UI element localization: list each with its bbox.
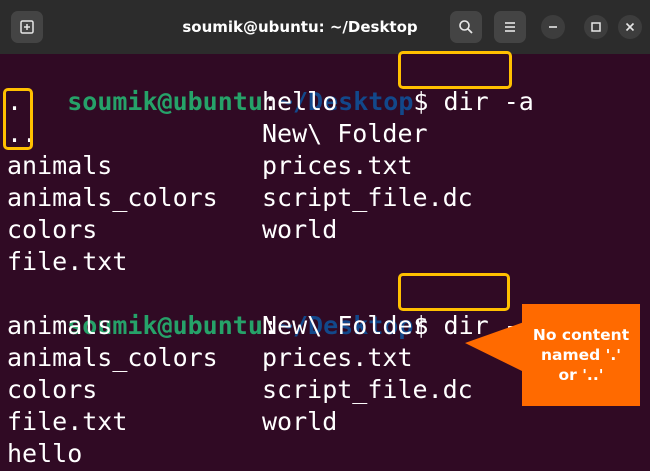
close-icon — [625, 22, 635, 32]
title-bar: soumik@ubuntu: ~/Desktop — [0, 0, 650, 54]
file-entry: file.txt — [7, 407, 128, 436]
file-entry: New\ Folder — [262, 119, 428, 148]
callout-note: No content named '.' or '..' — [522, 304, 640, 406]
command-text: dir -a — [443, 87, 534, 116]
output-row: hello — [7, 438, 82, 470]
file-entry: animals — [7, 151, 113, 180]
minimize-icon — [549, 26, 557, 28]
file-entry: world — [262, 407, 338, 436]
output-row: colors script_file.dc — [7, 374, 473, 406]
output-row: animals_colors script_file.dc — [7, 182, 473, 214]
terminal-output[interactable]: soumik@ubuntu:~/Desktop$ dir -a . hello .… — [0, 54, 650, 471]
file-entry: script_file.dc — [262, 375, 473, 404]
file-entry: New\ Folder — [262, 311, 428, 340]
output-row: animals prices.txt — [7, 150, 413, 182]
output-row: file.txt world — [7, 406, 337, 438]
new-tab-icon — [20, 20, 34, 34]
command-text: dir -A — [443, 311, 534, 340]
new-tab-button[interactable] — [11, 11, 43, 43]
maximize-icon — [591, 22, 601, 32]
file-entry: world — [262, 215, 338, 244]
window-title: soumik@ubuntu: ~/Desktop — [182, 18, 418, 36]
search-icon — [459, 20, 473, 34]
file-entry: hello — [262, 87, 338, 116]
file-entry: animals_colors — [7, 343, 218, 372]
file-entry: file.txt — [7, 247, 128, 276]
prompt-dollar: $ — [413, 87, 429, 116]
maximize-button[interactable] — [584, 15, 608, 39]
file-entry: animals_colors — [7, 183, 218, 212]
callout-text: No content named '.' or '..' — [532, 326, 630, 384]
highlight-box-command-A — [398, 273, 510, 311]
file-entry: colors — [7, 215, 98, 244]
output-row: colors world — [7, 214, 337, 246]
file-entry: script_file.dc — [262, 183, 473, 212]
minimize-button[interactable] — [541, 15, 565, 39]
file-entry: animals — [7, 311, 113, 340]
close-button[interactable] — [618, 15, 642, 39]
file-entry: hello — [7, 439, 83, 468]
search-button[interactable] — [450, 11, 482, 43]
output-row: animals New\ Folder — [7, 310, 428, 342]
hamburger-menu-icon — [505, 22, 515, 32]
output-row: animals_colors prices.txt — [7, 342, 413, 374]
highlight-box-dot-entries — [3, 88, 33, 150]
output-row: file.txt — [7, 246, 127, 278]
file-entry: prices.txt — [262, 343, 413, 372]
prompt-user: soumik@ubuntu — [67, 87, 263, 116]
file-entry: colors — [7, 375, 98, 404]
highlight-box-command-a — [398, 51, 512, 89]
menu-button[interactable] — [494, 11, 526, 43]
file-entry: prices.txt — [262, 151, 413, 180]
